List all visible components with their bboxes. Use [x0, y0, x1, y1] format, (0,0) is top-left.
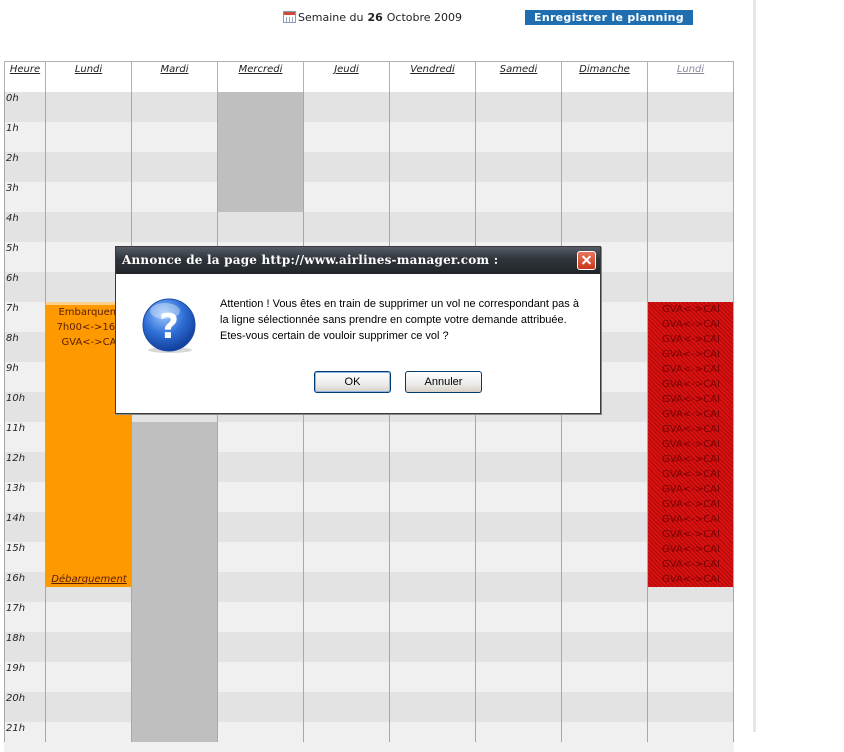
col-head-mercredi[interactable]: Mercredi: [218, 61, 304, 92]
svg-text:?: ?: [159, 307, 179, 347]
week-header: Semaine du 26 Octobre 2009: [283, 9, 462, 25]
blocked-slot-mardi: [132, 422, 218, 742]
flight-route-line: GVA<->CAI: [662, 394, 720, 405]
flight-route-line: GVA<->CAI: [662, 349, 720, 360]
col-head-lundi[interactable]: Lundi: [46, 61, 132, 92]
col-head-vendredi[interactable]: Vendredi: [390, 61, 476, 92]
hour-label: 15h: [6, 543, 26, 554]
col-head-jeudi[interactable]: Jeudi: [304, 61, 390, 92]
hour-row[interactable]: 17h: [4, 602, 734, 632]
dialog-body: ? Attention ! Vous êtes en train de supp…: [116, 274, 600, 413]
page-edge: [753, 0, 756, 732]
hour-row[interactable]: 3h: [4, 182, 734, 212]
hour-row[interactable]: 21h: [4, 722, 734, 752]
hour-row[interactable]: 18h: [4, 632, 734, 662]
hour-row[interactable]: 2h: [4, 152, 734, 182]
hour-label: 17h: [6, 603, 26, 614]
flight-route-line: GVA<->CAI: [662, 559, 720, 570]
hour-label: 21h: [6, 723, 26, 734]
col-head-dimanche[interactable]: Dimanche: [562, 61, 648, 92]
col-head-samedi[interactable]: Samedi: [476, 61, 562, 92]
hour-label: 0h: [6, 93, 19, 104]
flight-route-line: GVA<->CAI: [662, 454, 720, 465]
flight-route-line: GVA<->CAI: [662, 304, 720, 315]
flight-route-line: GVA<->CAI: [662, 514, 720, 525]
blocked-slot-mercredi: [218, 92, 304, 212]
ok-button[interactable]: OK: [314, 371, 391, 393]
hour-label: 8h: [6, 333, 19, 344]
message-line-2: la ligne sélectionnée sans prendre en co…: [220, 314, 567, 326]
hour-label: 9h: [6, 363, 19, 374]
message-line-3: Etes-vous certain de vouloir supprimer c…: [220, 330, 449, 342]
week-day: 26: [367, 10, 383, 24]
calendar-icon[interactable]: [283, 11, 296, 23]
flight-route-line: GVA<->CAI: [662, 379, 720, 390]
hour-label: 12h: [6, 453, 26, 464]
flight-route-line: GVA<->CAI: [662, 409, 720, 420]
hour-label: 10h: [6, 393, 26, 404]
hour-label: 11h: [6, 423, 26, 434]
hour-row[interactable]: 1h: [4, 122, 734, 152]
flight-route-line: GVA<->CAI: [662, 544, 720, 555]
hour-label: 4h: [6, 213, 19, 224]
col-head-mardi[interactable]: Mardi: [132, 61, 218, 92]
hour-label: 13h: [6, 483, 26, 494]
message-line-1: Attention ! Vous êtes en train de suppri…: [220, 298, 579, 310]
flight-route-line: GVA<->CAI: [662, 364, 720, 375]
hour-row[interactable]: 0h: [4, 92, 734, 122]
hour-row[interactable]: 20h: [4, 692, 734, 722]
hour-label: 14h: [6, 513, 26, 524]
flight-block-red[interactable]: GVA<->CAI GVA<->CAI GVA<->CAI GVA<->CAI GVA<…: [648, 302, 734, 587]
dialog-message: Attention ! Vous êtes en train de suppri…: [220, 296, 590, 344]
cancel-button[interactable]: Annuler: [405, 371, 482, 393]
hour-label: 5h: [6, 243, 19, 254]
flight-route-line: GVA<->CAI: [662, 574, 720, 585]
hour-label: 6h: [6, 273, 19, 284]
flight-route-line: GVA<->CAI: [662, 499, 720, 510]
flight-route-line: GVA<->CAI: [662, 424, 720, 435]
dialog-titlebar[interactable]: Annonce de la page http://www.airlines-m…: [116, 247, 600, 274]
dialog-title: Annonce de la page http://www.airlines-m…: [122, 253, 499, 267]
flight-route-line: GVA<->CAI: [662, 319, 720, 330]
hour-label: 19h: [6, 663, 26, 674]
save-planning-button[interactable]: Enregistrer le planning: [525, 10, 693, 25]
flight-route-line: GVA<->CAI: [662, 529, 720, 540]
hour-label: 2h: [6, 153, 19, 164]
planning-body: 0h 1h 2h 3h 4h 5h 6h 7h 8h 9h 10h 11h 12h 13h 14h 15h 16…: [4, 92, 734, 752]
flight-route-line: GVA<->CAI: [662, 334, 720, 345]
flight-route-line: GVA<->CAI: [662, 469, 720, 480]
hour-row[interactable]: 4h: [4, 212, 734, 242]
hour-label: 3h: [6, 183, 19, 194]
flight-route-line: GVA<->CAI: [662, 484, 720, 495]
col-head-next-lundi[interactable]: Lundi: [648, 61, 734, 92]
hour-label: 1h: [6, 123, 19, 134]
debarquement-link[interactable]: Débarquement: [46, 574, 132, 585]
hour-row[interactable]: 19h: [4, 662, 734, 692]
hour-label: 20h: [6, 693, 26, 704]
hour-label: 16h: [6, 573, 26, 584]
hour-label: 18h: [6, 633, 26, 644]
question-icon: ?: [142, 298, 196, 353]
week-suffix: Octobre 2009: [386, 10, 463, 24]
week-prefix: Semaine du: [298, 10, 364, 24]
flight-route-line: GVA<->CAI: [662, 439, 720, 450]
col-head-heure: Heure: [4, 61, 46, 92]
hour-label: 7h: [6, 303, 19, 314]
confirm-dialog: Annonce de la page http://www.airlines-m…: [115, 246, 601, 414]
close-icon[interactable]: [577, 251, 596, 270]
